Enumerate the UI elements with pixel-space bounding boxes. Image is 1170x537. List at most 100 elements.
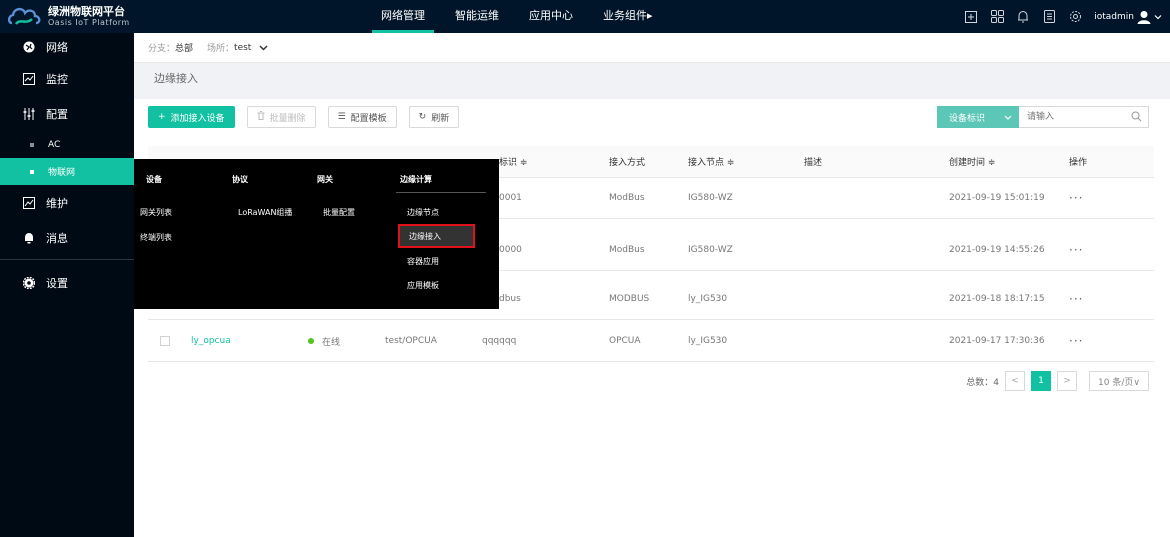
menu-item-edge-node[interactable]: 边缘节点 <box>407 207 439 218</box>
sidebar-item-label: 配置 <box>46 107 68 121</box>
col-created-time[interactable]: 创建时间 ≑ <box>949 146 995 177</box>
bell-icon <box>22 231 36 245</box>
sidebar-item-label: 监控 <box>46 72 68 86</box>
list-icon: ☰ <box>337 112 346 122</box>
avatar-icon <box>1137 10 1151 24</box>
nav-network-management[interactable]: 网络管理 <box>372 0 434 33</box>
sidebar-item-settings[interactable]: 设置 <box>0 268 134 298</box>
col-access-node[interactable]: 接入节点 ≑ <box>688 146 734 177</box>
top-nav: 网络管理 智能运维 应用中心 业务组件▸ <box>372 0 674 33</box>
nav-smart-ops[interactable]: 智能运维 <box>446 0 508 33</box>
refresh-button[interactable]: ↻ 刷新 <box>408 106 460 128</box>
top-right-actions: iotadmin <box>958 0 1170 33</box>
menu-item-terminal-list[interactable]: 终端列表 <box>140 232 172 243</box>
brand-logo[interactable]: 绿洲物联网平台 Oasis IoT Platform <box>8 3 130 29</box>
document-icon[interactable] <box>1036 0 1062 33</box>
row-device-name-link[interactable]: ly_opcua <box>191 321 231 361</box>
menu-item-edge-access[interactable]: 边缘接入 <box>398 224 475 248</box>
row-access-method: ModBus <box>609 193 645 203</box>
col-identifier[interactable]: 标识 ≑ <box>499 146 527 177</box>
page-1-button[interactable]: 1 <box>1031 371 1051 391</box>
sidebar-subitem-label: AC <box>48 139 61 150</box>
cloud-logo-icon <box>8 7 41 25</box>
col-description: 描述 <box>804 158 823 168</box>
user-menu[interactable]: iotadmin <box>1088 10 1170 24</box>
search-group: 设备标识 <box>937 106 1149 128</box>
row-status-label: 在线 <box>322 337 341 348</box>
sidebar-subitem-label: 物联网 <box>48 168 76 178</box>
branch-value[interactable]: 总部 <box>175 41 193 54</box>
status-online-dot <box>308 338 314 344</box>
sidebar-item-maintenance[interactable]: 维护 <box>0 185 134 220</box>
col-actions: 操作 <box>1069 158 1088 168</box>
sidebar-item-label: 网络 <box>46 41 68 54</box>
row-access-node: ly_IG530 <box>688 336 728 346</box>
settings-gear-icon[interactable] <box>1062 0 1088 33</box>
branch-label: 分支： <box>148 44 176 54</box>
next-page-button[interactable]: > <box>1057 371 1077 391</box>
menu-item-lorawan-multicast[interactable]: LoRaWAN组播 <box>238 207 292 218</box>
search-icon[interactable] <box>1131 111 1142 122</box>
chevron-down-icon[interactable] <box>259 44 268 51</box>
row-access-method: MODBUS <box>609 294 650 304</box>
menu-item-batch-config[interactable]: 批量配置 <box>323 207 355 218</box>
config-template-button[interactable]: ☰ 配置模板 <box>327 106 397 128</box>
menu-header-protocols: 协议 <box>232 175 248 184</box>
sidebar-divider <box>0 259 134 260</box>
apps-grid-icon[interactable] <box>984 0 1010 33</box>
sidebar-item-monitor[interactable]: 监控 <box>0 61 134 96</box>
search-input[interactable] <box>1019 106 1149 128</box>
menu-item-container-apps[interactable]: 容器应用 <box>407 256 439 267</box>
row-more-button[interactable]: ··· <box>1069 279 1083 319</box>
sidebar-item-messages[interactable]: 消息 <box>0 220 134 255</box>
row-more-button[interactable]: ··· <box>1069 178 1083 218</box>
row-identifier: 0001 <box>499 193 522 203</box>
breadcrumb: 分支： 总部 场所： test <box>134 33 1170 63</box>
page-size-select[interactable]: 10 条/页∨ <box>1089 371 1149 391</box>
sidebar-item-label: 消息 <box>46 231 68 245</box>
sidebar-subitem-iot[interactable]: 物联网 <box>0 158 134 185</box>
row-access-method: OPCUA <box>609 336 641 346</box>
brand-title: 绿洲物联网平台 <box>48 4 125 18</box>
prev-page-button[interactable]: < <box>1005 371 1025 391</box>
row-created-time: 2021-09-18 18:17:15 <box>949 294 1045 304</box>
toolbar: + 添加接入设备 批量删除 ☰ 配置模板 ↻ 刷新 <box>148 106 471 128</box>
sliders-icon <box>22 107 36 121</box>
site-value[interactable]: test <box>234 43 251 53</box>
menu-item-gateway-list[interactable]: 网关列表 <box>140 207 172 218</box>
pagination: 总数：4 < 1 > 10 条/页∨ <box>966 371 1149 391</box>
row-identifier: qqqqqq <box>482 336 517 346</box>
nav-business-components[interactable]: 业务组件▸ <box>594 0 662 33</box>
add-device-button[interactable]: + 添加接入设备 <box>148 106 235 128</box>
menu-header-edge-computing: 边缘计算 <box>400 175 432 184</box>
row-checkbox[interactable] <box>160 336 170 346</box>
page-title: 边缘接入 <box>134 63 1170 99</box>
add-device-label: 添加接入设备 <box>170 113 225 124</box>
bullet-icon <box>30 142 34 147</box>
row-identifier: dbus <box>499 294 521 304</box>
menu-item-app-templates[interactable]: 应用模板 <box>407 280 439 291</box>
username: iotadmin <box>1094 11 1134 22</box>
gear-icon <box>22 276 36 290</box>
total-count: 总数：4 <box>966 377 999 388</box>
sidebar-item-config[interactable]: 配置 <box>0 96 134 131</box>
sidebar-item-network[interactable]: 网络 <box>0 33 134 61</box>
batch-delete-button[interactable]: 批量删除 <box>246 106 316 128</box>
search-field-select[interactable]: 设备标识 <box>937 106 1019 128</box>
sidebar-subitem-ac[interactable]: AC <box>0 131 134 158</box>
fullscreen-icon[interactable] <box>958 0 984 33</box>
batch-delete-label: 批量删除 <box>269 113 306 124</box>
site-label: 场所： <box>207 44 235 54</box>
row-more-button[interactable]: ··· <box>1069 321 1083 361</box>
plus-icon: + <box>158 112 166 122</box>
table-row: ly_opcua 在线 test/OPCUA qqqqqq OPCUA ly_I… <box>148 321 1154 362</box>
row-created-time: 2021-09-19 14:55:26 <box>949 245 1045 255</box>
caret-down-icon <box>1154 14 1162 19</box>
row-more-button[interactable]: ··· <box>1069 230 1083 270</box>
row-checkbox-cell <box>160 321 170 361</box>
config-template-label: 配置模板 <box>350 113 387 124</box>
col-access-method: 接入方式 <box>609 158 646 168</box>
nav-app-center[interactable]: 应用中心 <box>520 0 582 33</box>
chevron-down-icon <box>1004 115 1012 120</box>
bell-icon[interactable] <box>1010 0 1036 33</box>
